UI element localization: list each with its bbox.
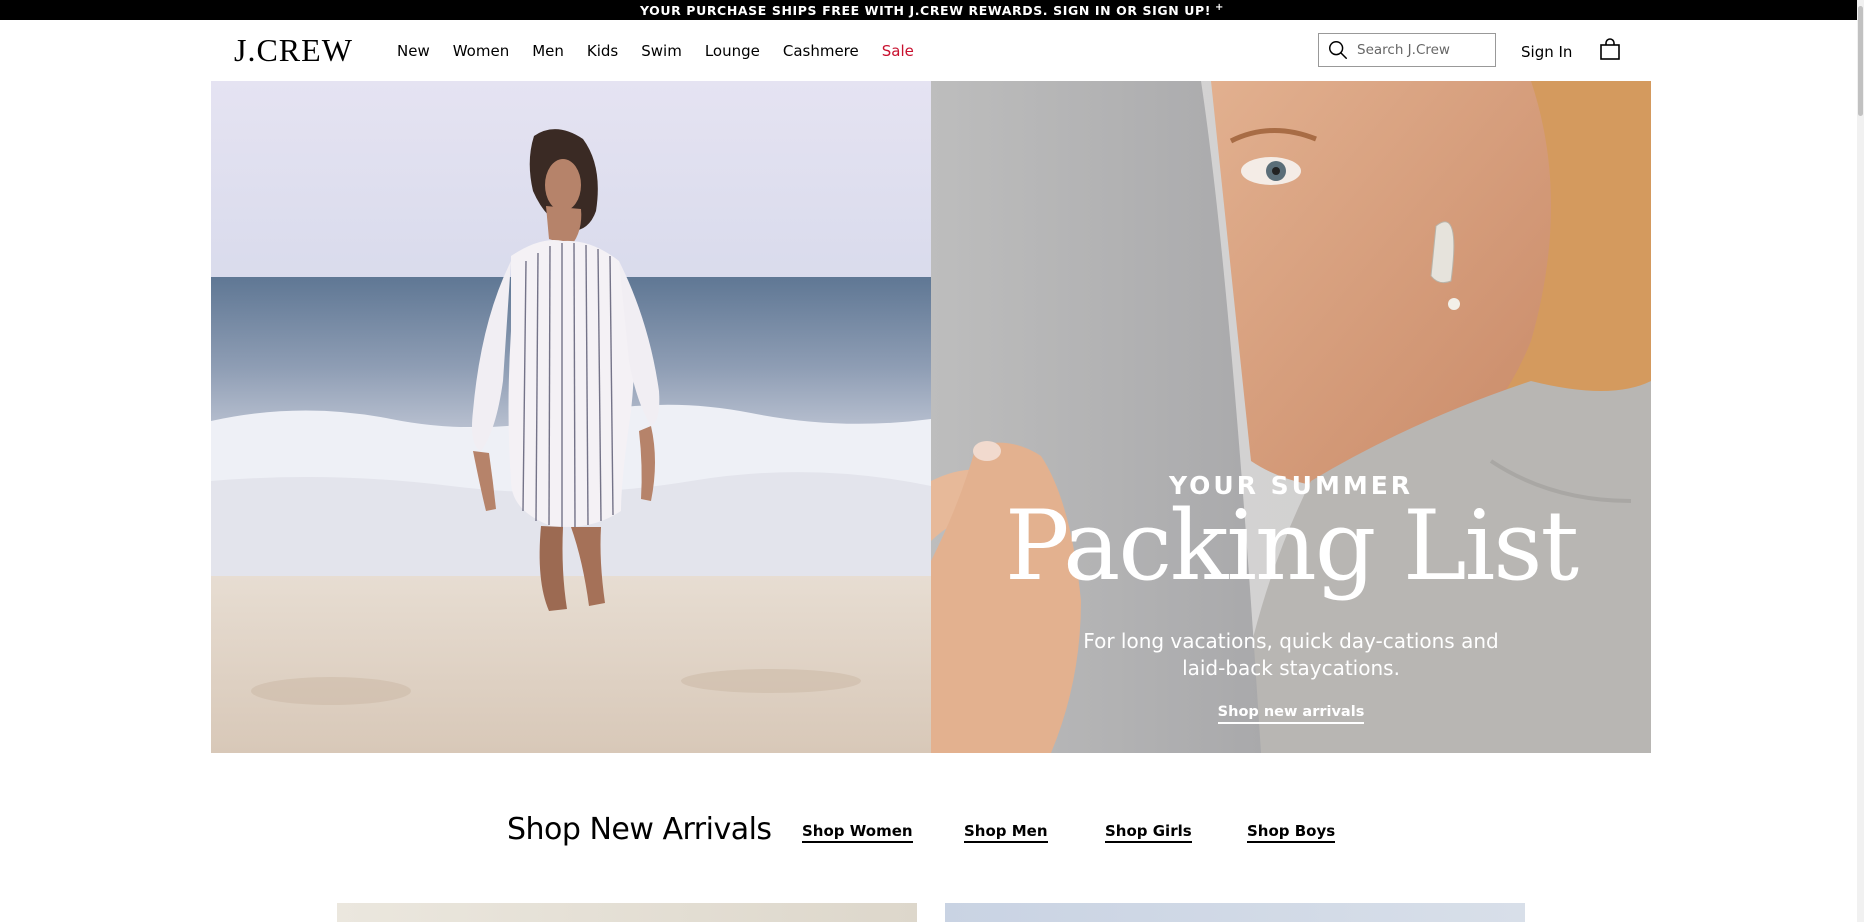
nav-item-sale[interactable]: Sale xyxy=(882,42,914,60)
hero-title: Packing List xyxy=(1004,490,1579,602)
jcrew-logo[interactable]: J.CREW xyxy=(234,32,353,69)
main-nav: New Women Men Kids Swim Lounge Cashmere … xyxy=(397,42,937,60)
product-tile[interactable] xyxy=(945,903,1525,922)
search-box[interactable] xyxy=(1318,33,1496,67)
scrollbar-thumb[interactable] xyxy=(1858,6,1863,116)
nav-item-swim[interactable]: Swim xyxy=(641,42,682,60)
promo-plus-icon[interactable]: + xyxy=(1215,2,1224,13)
shop-girls-link[interactable]: Shop Girls xyxy=(1105,822,1192,843)
nav-item-new[interactable]: New xyxy=(397,42,430,60)
site-header: J.CREW New Women Men Kids Swim Lounge Ca… xyxy=(0,20,1864,81)
nav-item-kids[interactable]: Kids xyxy=(587,42,618,60)
nav-item-men[interactable]: Men xyxy=(532,42,564,60)
nav-item-lounge[interactable]: Lounge xyxy=(705,42,760,60)
hero-packing-list[interactable]: YOUR SUMMER Packing List For long vacati… xyxy=(931,81,1651,753)
nav-item-women[interactable]: Women xyxy=(453,42,509,60)
beach-photo xyxy=(211,81,931,753)
shopping-bag-icon[interactable] xyxy=(1598,38,1622,62)
section-title: Shop New Arrivals xyxy=(507,812,772,847)
shop-men-link[interactable]: Shop Men xyxy=(964,822,1048,843)
nav-item-cashmere[interactable]: Cashmere xyxy=(783,42,859,60)
shop-boys-link[interactable]: Shop Boys xyxy=(1247,822,1336,843)
shop-women-link[interactable]: Shop Women xyxy=(802,822,913,843)
search-icon[interactable] xyxy=(1327,39,1349,61)
hero-text-block: YOUR SUMMER Packing List For long vacati… xyxy=(931,81,1651,753)
hero-subtitle: For long vacations, quick day-cations an… xyxy=(1083,629,1499,680)
cta-label[interactable]: Shop new arrivals xyxy=(1217,704,1365,724)
sign-in-link[interactable]: Sign In xyxy=(1521,43,1572,61)
product-tile[interactable] xyxy=(337,903,917,922)
promo-banner[interactable]: YOUR PURCHASE SHIPS FREE WITH J.CREW REW… xyxy=(0,0,1864,20)
shop-new-arrivals-cta[interactable]: Shop new arrivals xyxy=(931,704,1651,724)
promo-text[interactable]: YOUR PURCHASE SHIPS FREE WITH J.CREW REW… xyxy=(640,3,1211,18)
search-input[interactable] xyxy=(1357,42,1485,58)
page-scrollbar[interactable] xyxy=(1857,0,1864,922)
hero-image-beach[interactable] xyxy=(211,81,931,753)
